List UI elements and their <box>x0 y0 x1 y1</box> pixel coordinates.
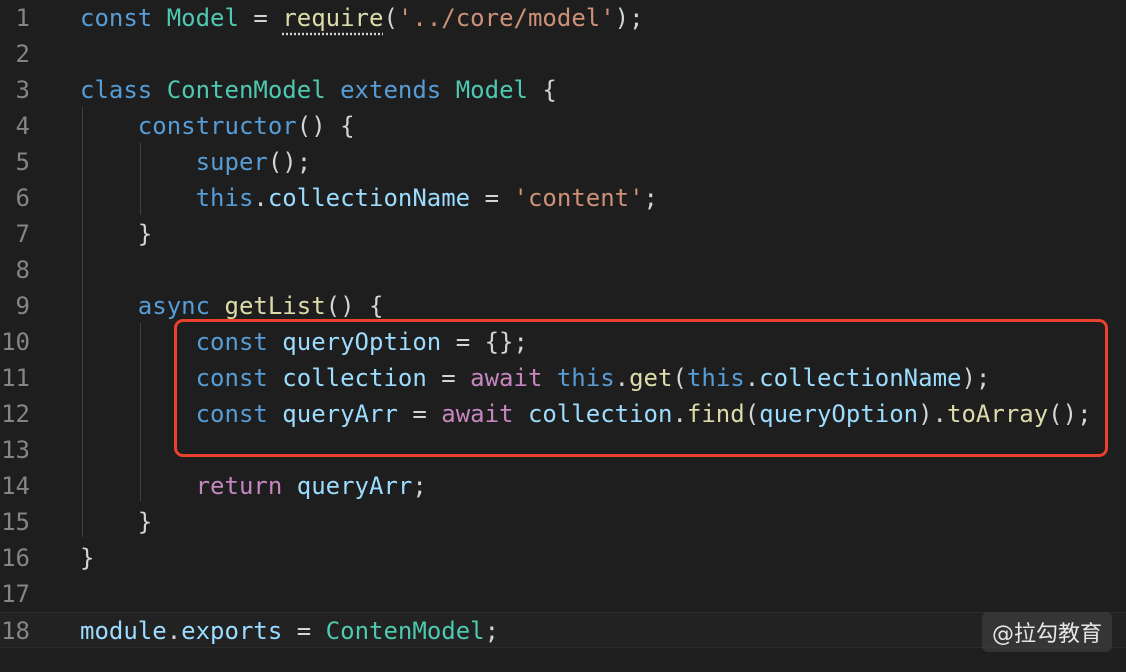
code-token: = <box>282 617 326 645</box>
code-line[interactable]: 14 return queryArr; <box>0 468 1126 504</box>
code-token: async <box>137 292 211 320</box>
line-number: 9 <box>15 292 30 320</box>
code-token: super <box>195 148 268 176</box>
code-token: queryArr <box>296 472 413 500</box>
code-token: class <box>80 76 153 104</box>
code-token: = <box>470 184 514 212</box>
indent-guide <box>140 143 141 215</box>
code-token: ContenModel <box>166 76 326 104</box>
line-number: 12 <box>1 400 30 428</box>
line-code[interactable]: this.collectionName = 'content'; <box>80 180 658 216</box>
line-number: 16 <box>1 544 30 572</box>
line-code[interactable]: module.exports = ContenModel; <box>80 613 499 649</box>
line-number: 1 <box>15 4 30 32</box>
line-number: 11 <box>1 364 30 392</box>
line-number: 5 <box>15 148 30 176</box>
code-token: const <box>80 4 153 32</box>
code-token: getList <box>224 292 326 320</box>
code-line[interactable]: 7 } <box>0 216 1126 252</box>
code-token: return <box>195 472 283 500</box>
code-line[interactable]: 2 <box>0 36 1126 72</box>
code-token: extends <box>340 76 442 104</box>
code-token: exports <box>181 617 283 645</box>
line-number: 17 <box>1 580 30 608</box>
code-token: . <box>166 617 182 645</box>
line-code[interactable]: super(); <box>80 144 312 180</box>
code-token: } <box>80 220 153 248</box>
line-code[interactable]: return queryArr; <box>80 468 427 504</box>
code-token: } <box>80 544 95 572</box>
line-code[interactable]: } <box>80 504 152 540</box>
code-line[interactable]: 5 super(); <box>0 144 1126 180</box>
code-line[interactable]: 4 constructor() { <box>0 108 1126 144</box>
code-token: . <box>253 184 268 212</box>
code-token: require <box>282 4 384 32</box>
line-number: 8 <box>15 256 30 284</box>
code-token: ); <box>614 4 644 32</box>
code-line[interactable]: 8 <box>0 252 1126 288</box>
line-code[interactable]: const Model = require('../core/model'); <box>80 0 644 36</box>
indent-guide <box>82 107 83 537</box>
code-token: 'content' <box>513 184 644 212</box>
line-number: 4 <box>15 112 30 140</box>
code-token: = <box>238 4 283 32</box>
line-number: 14 <box>1 472 30 500</box>
line-number: 15 <box>1 508 30 536</box>
line-number: 18 <box>1 617 30 645</box>
code-line[interactable]: 1 const Model = require('../core/model'); <box>0 0 1126 36</box>
code-highlight-box <box>174 319 1108 457</box>
line-number: 7 <box>15 220 30 248</box>
code-token: constructor <box>137 112 297 140</box>
code-token: Model <box>455 76 528 104</box>
code-token: collectionName <box>267 184 471 212</box>
code-token: '../core/model' <box>397 4 615 32</box>
code-token: Model <box>166 4 239 32</box>
code-token: { <box>527 76 557 104</box>
code-line[interactable]: 6 this.collectionName = 'content'; <box>0 180 1126 216</box>
code-token: () { <box>296 112 355 140</box>
code-token: module <box>80 617 167 645</box>
code-token: ; <box>412 472 427 500</box>
indent-guide <box>140 323 141 501</box>
code-editor[interactable]: 1 const Model = require('../core/model');… <box>0 0 1126 672</box>
code-token: (); <box>267 148 312 176</box>
line-number: 6 <box>15 184 30 212</box>
code-token: ContenModel <box>325 617 485 645</box>
code-token: this <box>195 184 254 212</box>
code-line[interactable]: 17 <box>0 576 1126 612</box>
code-token: ( <box>383 4 398 32</box>
code-line[interactable]: 18 module.exports = ContenModel; <box>0 612 1126 648</box>
code-line[interactable]: 3 class ContenModel extends Model { <box>0 72 1126 108</box>
watermark: @拉勾教育 <box>981 612 1112 652</box>
line-code[interactable]: } <box>80 540 94 576</box>
line-number: 3 <box>15 76 30 104</box>
line-number: 10 <box>1 328 30 356</box>
line-number: 2 <box>15 40 30 68</box>
code-line[interactable]: 15 } <box>0 504 1126 540</box>
line-number: 13 <box>1 436 30 464</box>
code-token: ; <box>484 617 500 645</box>
watermark-text: @拉勾教育 <box>991 622 1102 647</box>
code-token: () { <box>325 292 384 320</box>
code-token: } <box>80 508 153 536</box>
line-code[interactable]: } <box>80 216 152 252</box>
line-code[interactable]: constructor() { <box>80 108 355 144</box>
code-line[interactable]: 16} <box>0 540 1126 576</box>
code-token: ; <box>643 184 658 212</box>
line-code[interactable]: class ContenModel extends Model { <box>80 72 557 108</box>
